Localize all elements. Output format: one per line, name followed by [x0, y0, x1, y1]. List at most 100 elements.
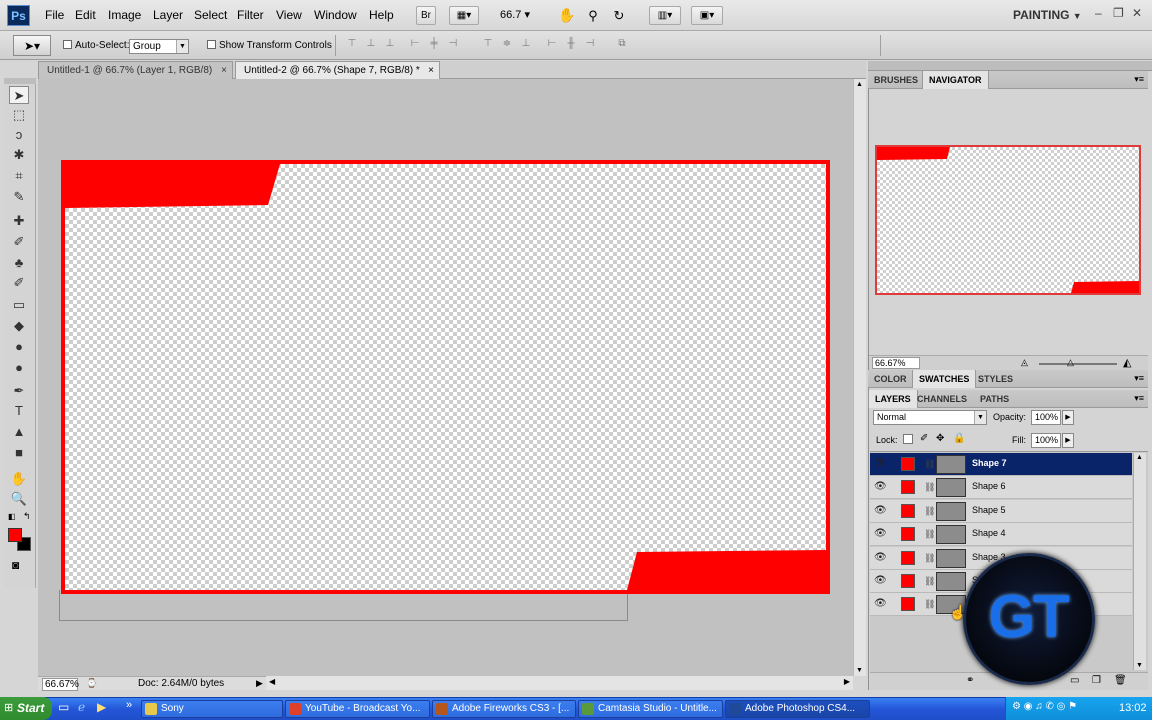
layer-name[interactable]: Shape 6 [972, 481, 1006, 491]
navigator-preview[interactable] [875, 145, 1141, 295]
tool-preset-picker[interactable]: ➤▾ [13, 35, 51, 56]
foreground-color-swatch[interactable] [8, 528, 22, 542]
bridge-button[interactable]: Br [416, 6, 436, 25]
visibility-eye-icon[interactable]: 👁 [874, 552, 887, 564]
menu-help[interactable]: Help [369, 8, 394, 22]
visibility-eye-icon[interactable]: 👁 [874, 481, 887, 493]
fill-slider-arrow-icon[interactable]: ▶ [1062, 433, 1074, 448]
distribute-top-icon[interactable]: ⊤ [481, 38, 495, 50]
scroll-down-icon[interactable]: ▼ [1136, 662, 1143, 669]
layer-row[interactable]: 👁 ⛓ Shape 4 [870, 523, 1132, 547]
internet-explorer-icon[interactable]: ℯ [78, 700, 85, 714]
task-camtasia[interactable]: Camtasia Studio - Untitle... [578, 700, 723, 718]
zoom-slider[interactable] [1039, 363, 1117, 365]
scroll-right-icon[interactable]: ▶ [844, 677, 850, 686]
auto-align-icon[interactable]: ⧉ [615, 38, 629, 50]
tab-color[interactable]: COLOR [868, 370, 913, 388]
arrange-documents-button[interactable]: ▥▾ [649, 6, 681, 25]
layer-color-thumbnail[interactable] [901, 550, 915, 565]
opacity-slider-arrow-icon[interactable]: ▶ [1062, 410, 1074, 425]
auto-select-checkbox[interactable]: Auto-Select: [63, 40, 129, 51]
layer-name[interactable]: Shape 5 [972, 505, 1006, 515]
visibility-eye-icon[interactable]: 👁 [874, 458, 887, 470]
blur-tool[interactable]: ● [9, 338, 29, 356]
tray-icons[interactable]: ⚙ ◉ ♫ ✆ ◎ ⚑ [1012, 701, 1077, 712]
layer-row[interactable]: 👁 ⛓ Shape 6 [870, 476, 1132, 500]
tab-untitled-1[interactable]: Untitled-1 @ 66.7% (Layer 1, RGB/8) × [38, 61, 233, 79]
align-bottom-icon[interactable]: ⊥ [383, 38, 397, 50]
close-icon[interactable]: ✕ [1132, 6, 1142, 20]
lock-paint-icon[interactable]: ✐ [920, 433, 928, 444]
lasso-tool[interactable]: ↄ [9, 126, 29, 144]
path-selection-tool[interactable]: ▲ [9, 423, 29, 441]
zoom-icon[interactable]: ⚲ [583, 6, 603, 25]
magic-wand-tool[interactable]: ✱ [9, 146, 29, 164]
screen-mode-button[interactable]: ▣▾ [691, 6, 723, 25]
lock-position-icon[interactable]: ✥ [936, 433, 944, 444]
lock-all-icon[interactable]: 🔒 [953, 433, 965, 444]
align-vcenter-icon[interactable]: ⊥ [364, 38, 378, 50]
tools-panel-grip[interactable] [4, 78, 36, 84]
healing-tool[interactable]: ✚ [9, 212, 29, 230]
paint-bucket-tool[interactable]: ◆ [9, 317, 29, 335]
hand-tool[interactable]: ✋ [9, 470, 29, 488]
pen-tool[interactable]: ✒ [9, 382, 29, 400]
rotate-view-icon[interactable]: ↻ [609, 6, 629, 25]
eraser-tool[interactable]: ▭ [9, 296, 29, 314]
menu-select[interactable]: Select [194, 8, 227, 22]
vector-mask-thumbnail[interactable] [936, 548, 966, 568]
link-chain-icon[interactable]: ⛓ [924, 458, 935, 470]
tab-paths[interactable]: PATHS [974, 390, 1015, 408]
zoom-level-dropdown[interactable]: 66.7 ▾ [490, 6, 540, 25]
layer-color-thumbnail[interactable] [901, 457, 915, 471]
tab-styles[interactable]: STYLES [972, 370, 1019, 388]
align-right-icon[interactable]: ⊣ [446, 38, 460, 50]
zoom-out-icon[interactable]: ◬ [1021, 357, 1028, 368]
status-menu-arrow-icon[interactable]: ▶ [256, 678, 263, 689]
tab-brushes[interactable]: BRUSHES [868, 71, 924, 89]
align-top-icon[interactable]: ⊤ [345, 38, 359, 50]
link-chain-icon[interactable]: ⛓ [924, 481, 935, 493]
hand-icon[interactable]: ✋ [557, 6, 577, 25]
task-photoshop[interactable]: Adobe Photoshop CS4... [725, 700, 870, 718]
distribute-right-icon[interactable]: ⊣ [583, 38, 597, 50]
history-brush-tool[interactable]: ✐ [9, 274, 29, 292]
dock-header[interactable] [868, 61, 1152, 71]
scroll-up-icon[interactable]: ▲ [856, 81, 863, 88]
task-youtube[interactable]: YouTube - Broadcast Yo... [285, 700, 430, 718]
link-chain-icon[interactable]: ⛓ [924, 598, 935, 610]
align-left-icon[interactable]: ⊢ [408, 38, 422, 50]
vector-mask-thumbnail[interactable] [936, 455, 966, 474]
menu-filter[interactable]: Filter [237, 8, 264, 22]
fill-field[interactable]: 100% [1031, 433, 1061, 448]
show-transform-checkbox[interactable]: Show Transform Controls [207, 40, 332, 51]
menu-image[interactable]: Image [108, 8, 141, 22]
link-layers-icon[interactable]: ⚭ [966, 675, 974, 686]
vector-mask-thumbnail[interactable] [936, 478, 966, 498]
layer-color-thumbnail[interactable] [901, 480, 915, 495]
swap-colors-icon[interactable]: ↰ [23, 511, 31, 522]
task-sony[interactable]: Sony [141, 700, 283, 718]
tab-swatches[interactable]: SWATCHES [912, 370, 977, 388]
zoom-slider-thumb-icon[interactable]: △ [1067, 357, 1074, 368]
clone-stamp-tool[interactable]: ♣ [9, 254, 29, 272]
panel-menu-icon[interactable]: ▾≡ [1134, 393, 1144, 404]
lock-transparency-icon[interactable] [903, 434, 913, 444]
panel-menu-icon[interactable]: ▾≡ [1134, 373, 1144, 384]
shape-tool[interactable]: ■ [9, 444, 29, 462]
zoom-in-icon[interactable]: ◭ [1123, 356, 1131, 369]
scroll-down-icon[interactable]: ▼ [856, 667, 863, 674]
default-colors-icon[interactable]: ◧ [8, 512, 16, 521]
menu-view[interactable]: View [276, 8, 302, 22]
quick-launch-expand-icon[interactable]: » [126, 699, 132, 711]
link-chain-icon[interactable]: ⛓ [924, 552, 935, 564]
link-chain-icon[interactable]: ⛓ [924, 528, 935, 540]
horizontal-scrollbar[interactable]: ◀ ▶ [266, 676, 853, 690]
close-tab-icon[interactable]: × [221, 62, 227, 79]
layer-name[interactable]: Shape 4 [972, 528, 1006, 538]
media-player-icon[interactable]: ▶ [97, 700, 106, 714]
distribute-vcenter-icon[interactable]: ≑ [500, 38, 514, 50]
layer-color-thumbnail[interactable] [901, 527, 915, 542]
opacity-field[interactable]: 100% [1031, 410, 1061, 425]
delete-layer-icon[interactable]: 🗑 [1114, 675, 1127, 686]
